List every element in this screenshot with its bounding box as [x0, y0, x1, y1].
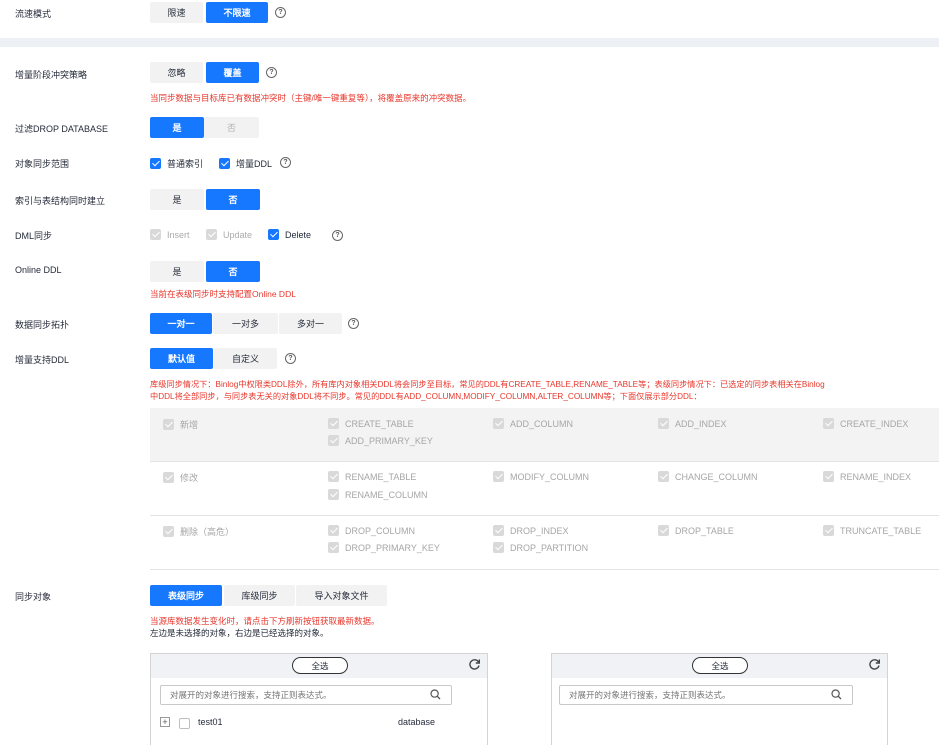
- list-item[interactable]: + test01 database: [160, 716, 480, 729]
- ddl-group-delete: 删除（高危）: [163, 525, 234, 538]
- checkbox-checked-icon: [219, 158, 230, 169]
- ddl-change-column: CHANGE_COLUMN: [658, 471, 758, 482]
- conflict-overwrite-button[interactable]: 覆盖: [206, 62, 259, 83]
- ddl-create-index: CREATE_INDEX: [823, 418, 908, 429]
- ddl-support-label: 增量支持DDL: [15, 355, 70, 365]
- row-divider: [150, 569, 939, 570]
- tree-node-name: test01: [198, 717, 223, 727]
- row-divider: [150, 461, 939, 462]
- online-ddl-no-button[interactable]: 否: [206, 261, 260, 282]
- ddl-truncate-table: TRUNCATE_TABLE: [823, 525, 921, 536]
- dml-insert-checkbox: Insert: [150, 229, 190, 240]
- flow-mode-label: 流速模式: [15, 9, 52, 19]
- index-build-no-button[interactable]: 否: [206, 189, 260, 210]
- help-icon[interactable]: ?: [266, 67, 277, 78]
- dml-label: DML同步: [15, 231, 53, 241]
- ddl-rename-column: RENAME_COLUMN: [328, 489, 428, 500]
- search-icon[interactable]: [831, 689, 842, 700]
- refresh-icon[interactable]: [868, 658, 881, 671]
- refresh-icon[interactable]: [468, 658, 481, 671]
- ddl-drop-table: DROP_TABLE: [658, 525, 734, 536]
- help-icon[interactable]: ?: [280, 157, 291, 168]
- index-build-label: 索引与表结构同时建立: [15, 196, 106, 206]
- ddl-note-line2: 中DDL将全部同步，与同步表无关的对象DDL将不同步。常见的DDL有ADD_CO…: [150, 392, 702, 401]
- import-object-file-button[interactable]: 导入对象文件: [296, 585, 387, 606]
- conflict-ignore-button[interactable]: 忽略: [150, 62, 203, 83]
- expand-icon[interactable]: +: [160, 717, 170, 727]
- ddl-group-add: 新增: [163, 418, 198, 431]
- dml-delete-checkbox[interactable]: Delete: [268, 229, 311, 240]
- topology-many-to-one-button[interactable]: 多对一: [279, 313, 342, 334]
- checkbox-checked-icon: [150, 158, 161, 169]
- help-icon[interactable]: ?: [285, 353, 296, 364]
- sync-object-label: 同步对象: [15, 592, 52, 602]
- table-sync-button[interactable]: 表级同步: [150, 585, 222, 606]
- dml-update-checkbox: Update: [206, 229, 252, 240]
- ddl-row-add-bg: [150, 408, 939, 461]
- scope-incremental-ddl-checkbox[interactable]: 增量DDL: [219, 157, 272, 170]
- ddl-drop-primary-key: DROP_PRIMARY_KEY: [328, 542, 440, 553]
- drop-db-no-button[interactable]: 否: [204, 117, 259, 138]
- ddl-group-modify: 修改: [163, 471, 198, 484]
- checkbox-checked-icon: [268, 229, 279, 240]
- index-build-yes-button[interactable]: 是: [150, 189, 204, 210]
- topology-one-to-one-button[interactable]: 一对一: [150, 313, 212, 334]
- row-divider: [150, 515, 939, 516]
- ddl-create-table: CREATE_TABLE: [328, 418, 414, 429]
- section-divider: [0, 38, 939, 47]
- checkbox-disabled-icon: [150, 229, 161, 240]
- ddl-default-button[interactable]: 默认值: [150, 348, 213, 369]
- ddl-add-column: ADD_COLUMN: [493, 418, 573, 429]
- right-object-panel: 全选: [551, 653, 888, 745]
- db-sync-button[interactable]: 库级同步: [224, 585, 295, 606]
- conflict-note: 当同步数据与目标库已有数据冲突时（主键/唯一键重复等），将覆盖原来的冲突数据。: [150, 93, 472, 103]
- online-ddl-yes-button[interactable]: 是: [150, 261, 204, 282]
- left-object-panel: 全选 + test01 database: [150, 653, 488, 745]
- left-search-input[interactable]: [160, 685, 452, 705]
- right-search-input[interactable]: [559, 685, 853, 705]
- help-icon[interactable]: ?: [275, 7, 286, 18]
- ddl-note-line1: 库级同步情况下：Binlog中权限类DDL除外，所有库内对象相关DDL将会同步至…: [150, 380, 825, 389]
- topology-label: 数据同步拓扑: [15, 320, 70, 330]
- ddl-rename-table: RENAME_TABLE: [328, 471, 416, 482]
- ddl-add-primary-key: ADD_PRIMARY_KEY: [328, 435, 433, 446]
- conflict-strategy-label: 增量阶段冲突策略: [15, 70, 88, 80]
- flow-limit-button[interactable]: 限速: [150, 2, 203, 23]
- ddl-drop-partition: DROP_PARTITION: [493, 542, 588, 553]
- sync-object-note: 当源库数据发生变化时，请点击下方刷新按钮获取最新数据。: [150, 616, 380, 626]
- ddl-rename-index: RENAME_INDEX: [823, 471, 911, 482]
- topology-one-to-many-button[interactable]: 一对多: [213, 313, 278, 334]
- scope-normal-index-checkbox[interactable]: 普通索引: [150, 157, 203, 170]
- help-icon[interactable]: ?: [332, 230, 343, 241]
- sync-object-hint: 左边是未选择的对象，右边是已经选择的对象。: [150, 628, 329, 638]
- online-ddl-label: Online DDL: [15, 265, 62, 275]
- flow-unlimited-button[interactable]: 不限速: [206, 2, 268, 23]
- tree-node-type: database: [398, 717, 436, 727]
- help-icon[interactable]: ?: [348, 318, 359, 329]
- checkbox-disabled-icon: [206, 229, 217, 240]
- left-select-all-button[interactable]: 全选: [292, 657, 348, 674]
- ddl-drop-index: DROP_INDEX: [493, 525, 569, 536]
- online-ddl-note: 当前在表级同步时支持配置Online DDL: [150, 289, 296, 299]
- ddl-custom-button[interactable]: 自定义: [214, 348, 277, 369]
- scope-label: 对象同步范围: [15, 159, 70, 169]
- checkbox-unchecked-icon[interactable]: [179, 718, 190, 729]
- ddl-modify-column: MODIFY_COLUMN: [493, 471, 589, 482]
- drop-db-label: 过滤DROP DATABASE: [15, 124, 109, 134]
- drop-db-yes-button[interactable]: 是: [150, 117, 204, 138]
- ddl-add-index: ADD_INDEX: [658, 418, 727, 429]
- ddl-drop-column: DROP_COLUMN: [328, 525, 415, 536]
- right-select-all-button[interactable]: 全选: [692, 657, 748, 674]
- search-icon[interactable]: [430, 689, 441, 700]
